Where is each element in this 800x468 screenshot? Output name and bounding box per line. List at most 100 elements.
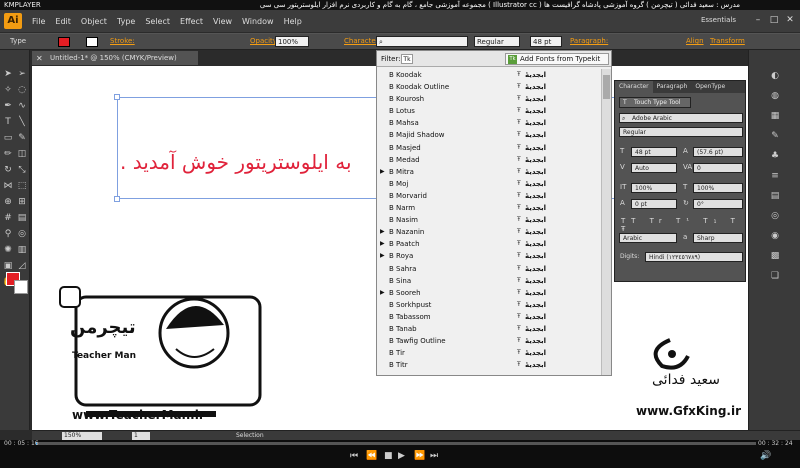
font-list-item[interactable]: B Koodak Outline Ŧ ابجدیهٔ	[377, 81, 601, 93]
kerning-input[interactable]: Auto	[631, 163, 677, 173]
font-list-item[interactable]: B Nasim Ŧ ابجدیهٔ	[377, 214, 601, 226]
document-close-icon[interactable]: ✕	[36, 54, 45, 63]
menu-file[interactable]: File	[32, 17, 45, 26]
font-list-item[interactable]: B Titr Ŧ ابجدیهٔ	[377, 359, 601, 371]
tracking-input[interactable]: 0	[693, 163, 743, 173]
canvas-text[interactable]: به ایلوستریتور خوش آمدید .	[120, 150, 352, 174]
font-list-item[interactable]: B Tanab Ŧ ابجدیهٔ	[377, 323, 601, 335]
gradient-tool-icon[interactable]: ▤	[16, 212, 28, 224]
color-guide-icon[interactable]: ◍	[769, 90, 781, 102]
touch-type-tool-button[interactable]: T Touch Type Tool	[619, 97, 691, 108]
leading-input[interactable]: (57.6 pt)	[693, 147, 743, 157]
text-style-buttons[interactable]: TT Tr T¹ T₁ T Ŧ	[621, 217, 745, 233]
language-select[interactable]: Arabic	[619, 233, 677, 243]
play-icon[interactable]: ▶	[398, 451, 405, 461]
width-tool-icon[interactable]: ⋈	[2, 180, 14, 192]
artboard-tool-icon[interactable]: ▣	[2, 260, 14, 272]
align-label[interactable]: Align	[686, 37, 704, 45]
opacity-field[interactable]: 100%	[275, 36, 309, 47]
expand-arrow-icon[interactable]: ▶	[380, 287, 385, 299]
color-panel-icon[interactable]: ◐	[769, 70, 781, 82]
mesh-tool-icon[interactable]: #	[2, 212, 14, 224]
stroke-label[interactable]: Stroke:	[110, 37, 135, 45]
stop-icon[interactable]: ■	[384, 451, 393, 461]
selection-tool-icon[interactable]: ➤	[2, 68, 14, 80]
digits-select[interactable]: Hindi (١٢٣٤٥٦٧٨٩)	[645, 252, 743, 262]
menu-window[interactable]: Window	[242, 17, 274, 26]
seek-bar[interactable]	[36, 442, 756, 445]
magic-wand-tool-icon[interactable]: ✧	[2, 84, 14, 96]
direct-selection-tool-icon[interactable]: ➢	[16, 68, 28, 80]
paragraph-label[interactable]: Paragraph:	[570, 37, 608, 45]
scale-tool-icon[interactable]: ⤡	[16, 164, 28, 176]
transform-label[interactable]: Transform	[710, 37, 745, 45]
menu-help[interactable]: Help	[284, 17, 302, 26]
vertical-scale-input[interactable]: 100%	[631, 183, 677, 193]
maximize-icon[interactable]: □	[768, 14, 780, 26]
rotate-tool-icon[interactable]: ↻	[2, 164, 14, 176]
artboard-number-field[interactable]: 1	[132, 432, 150, 440]
free-transform-tool-icon[interactable]: ⬚	[16, 180, 28, 192]
gradient-panel-icon[interactable]: ▤	[769, 190, 781, 202]
brushes-panel-icon[interactable]: ✎	[769, 130, 781, 142]
font-list-item[interactable]: B Lotus Ŧ ابجدیهٔ	[377, 105, 601, 117]
document-tab[interactable]: Untitled-1* @ 150% (CMYK/Preview)	[32, 51, 198, 65]
paintbrush-tool-icon[interactable]: ✎	[16, 132, 28, 144]
rewind-icon[interactable]: ⏪	[366, 451, 377, 461]
line-tool-icon[interactable]: ╲	[16, 116, 28, 128]
font-style-select[interactable]: Regular	[474, 36, 520, 47]
font-list-item[interactable]: B Medad Ŧ ابجدیهٔ	[377, 154, 601, 166]
appearance-panel-icon[interactable]: ◉	[769, 230, 781, 242]
zoom-select[interactable]: 150%	[62, 432, 102, 440]
font-list-item[interactable]: B Tir Ŧ ابجدیهٔ	[377, 347, 601, 359]
eraser-tool-icon[interactable]: ◫	[16, 148, 28, 160]
font-list-item[interactable]: ▶ B Nazanin Ŧ ابجدیهٔ	[377, 226, 601, 238]
character-rotation-input[interactable]: 0°	[693, 199, 743, 209]
type-tool-icon[interactable]: T	[2, 116, 14, 128]
font-list-item[interactable]: ▶ B Paatch Ŧ ابجدیهٔ	[377, 238, 601, 250]
typekit-filter-icon[interactable]: Tk	[401, 54, 413, 64]
font-list-item[interactable]: B Masjed Ŧ ابجدیهٔ	[377, 142, 601, 154]
font-list-item[interactable]: B Majid Shadow Ŧ ابجدیهٔ	[377, 129, 601, 141]
next-icon[interactable]: ⏭	[430, 451, 438, 461]
antialias-select[interactable]: Sharp	[693, 233, 743, 243]
tab-paragraph[interactable]: Paragraph	[653, 81, 692, 93]
blend-tool-icon[interactable]: ◎	[16, 228, 28, 240]
swatches-panel-icon[interactable]: ▦	[769, 110, 781, 122]
transparency-panel-icon[interactable]: ◎	[769, 210, 781, 222]
horizontal-scale-input[interactable]: 100%	[693, 183, 743, 193]
menu-object[interactable]: Object	[81, 17, 107, 26]
stroke-swatch[interactable]	[86, 37, 98, 47]
curvature-tool-icon[interactable]: ∿	[16, 100, 28, 112]
layers-panel-icon[interactable]: ❏	[769, 270, 781, 282]
font-size-field[interactable]: 48 pt	[530, 36, 562, 47]
font-list-item[interactable]: B Tawfig Outline Ŧ ابجدیهٔ	[377, 335, 601, 347]
graph-tool-icon[interactable]: ▥	[16, 244, 28, 256]
font-list-item[interactable]: B Narm Ŧ ابجدیهٔ	[377, 202, 601, 214]
frame-handle[interactable]	[114, 94, 120, 100]
stroke-color-box[interactable]	[14, 280, 28, 294]
font-size-input[interactable]: 48 pt	[631, 147, 677, 157]
pen-tool-icon[interactable]: ✒	[2, 100, 14, 112]
baseline-shift-input[interactable]: 0 pt	[631, 199, 677, 209]
font-list-item[interactable]: ▶ B Mitra Ŧ ابجدیهٔ	[377, 166, 601, 178]
menu-effect[interactable]: Effect	[180, 17, 203, 26]
font-family-field[interactable]: ⌕ Adobe Arabic	[619, 113, 743, 123]
menu-edit[interactable]: Edit	[55, 17, 71, 26]
slice-tool-icon[interactable]: ◿	[16, 260, 28, 272]
add-fonts-typekit-button[interactable]: Tk Add Fonts from Typekit	[505, 53, 609, 65]
lasso-tool-icon[interactable]: ◌	[16, 84, 28, 96]
tab-opentype[interactable]: OpenType	[691, 81, 729, 93]
menu-type[interactable]: Type	[117, 17, 135, 26]
font-list-item[interactable]: B Sahra Ŧ ابجدیهٔ	[377, 263, 601, 275]
workspace-switcher[interactable]: Essentials	[701, 16, 736, 24]
symbols-panel-icon[interactable]: ♣	[769, 150, 781, 162]
scroll-thumb[interactable]	[603, 75, 610, 99]
shape-builder-tool-icon[interactable]: ⊕	[2, 196, 14, 208]
font-family-search-input[interactable]: ⌕	[376, 36, 468, 47]
font-list-item[interactable]: B Kourosh Ŧ ابجدیهٔ	[377, 93, 601, 105]
frame-handle[interactable]	[114, 196, 120, 202]
font-list-item[interactable]: B Mahsa Ŧ ابجدیهٔ	[377, 117, 601, 129]
font-list-item[interactable]: ▶ B Roya Ŧ ابجدیهٔ	[377, 250, 601, 262]
volume-icon[interactable]: 🔊	[760, 451, 771, 461]
